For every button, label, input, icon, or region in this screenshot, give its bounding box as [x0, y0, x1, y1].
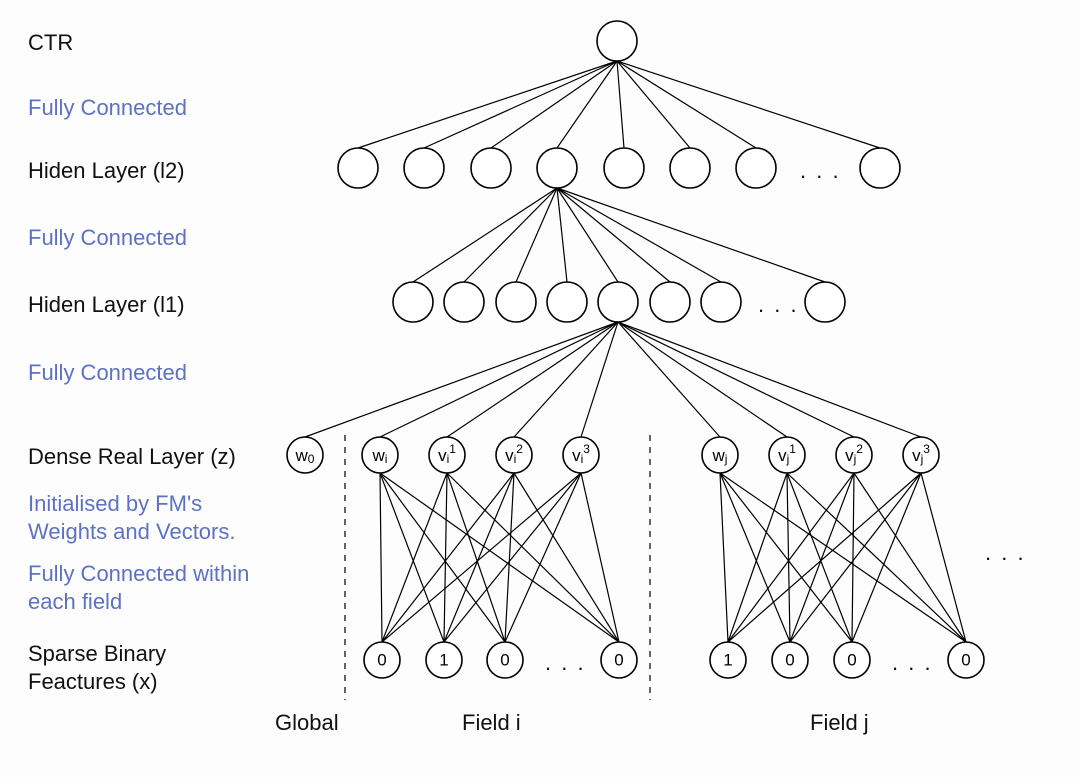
h2-node-4 [604, 148, 644, 188]
label-fc-within-field: Fully Connected within each field [28, 560, 249, 616]
sparse-label-j-0: 1 [723, 651, 732, 670]
h1-node-4 [598, 282, 638, 322]
sparse-label-j-2: 0 [847, 651, 856, 670]
sparse-label-j-1: 0 [785, 651, 794, 670]
sparse-label-i-3: 0 [614, 651, 623, 670]
ellipsis-h2: . . . [800, 158, 841, 184]
sparse-label-i-0: 0 [377, 651, 386, 670]
ellipsis-sparse-i: . . . [545, 650, 586, 676]
h1-node-6 [701, 282, 741, 322]
h2-node-7 [860, 148, 900, 188]
label-sparse-binary-features: Sparse Binary Feactures (x) [28, 640, 166, 696]
ellipsis-h1: . . . [758, 292, 799, 318]
ellipsis-sparse-j: . . . [892, 650, 933, 676]
h1-node-1 [444, 282, 484, 322]
h1-node-5 [650, 282, 690, 322]
label-initialised-by-fm: Initialised by FM's Weights and Vectors. [28, 490, 236, 546]
label-fully-connected-2: Fully Connected [28, 225, 187, 251]
h1-node-7 [805, 282, 845, 322]
label-ctr: CTR [28, 30, 73, 56]
h1-node-2 [496, 282, 536, 322]
label-fully-connected-3: Fully Connected [28, 360, 187, 386]
label-field-i: Field i [462, 710, 521, 736]
label-dense-real-layer: Dense Real Layer (z) [28, 444, 236, 470]
ctr-node [597, 21, 637, 61]
h2-node-5 [670, 148, 710, 188]
sparse-label-i-1: 1 [439, 651, 448, 670]
h1-node-3 [547, 282, 587, 322]
sparse-label-i-2: 0 [500, 651, 509, 670]
label-global: Global [275, 710, 339, 736]
label-hidden-layer-1: Hiden Layer (l1) [28, 292, 185, 318]
h1-node-0 [393, 282, 433, 322]
label-fully-connected-1: Fully Connected [28, 95, 187, 121]
sparse-label-j-3: 0 [961, 651, 970, 670]
label-field-j: Field j [810, 710, 869, 736]
ellipsis-fields: . . . [985, 540, 1026, 566]
h2-node-3 [537, 148, 577, 188]
h2-node-1 [404, 148, 444, 188]
h2-node-6 [736, 148, 776, 188]
h2-node-2 [471, 148, 511, 188]
label-hidden-layer-2: Hiden Layer (l2) [28, 158, 185, 184]
h2-node-0 [338, 148, 378, 188]
